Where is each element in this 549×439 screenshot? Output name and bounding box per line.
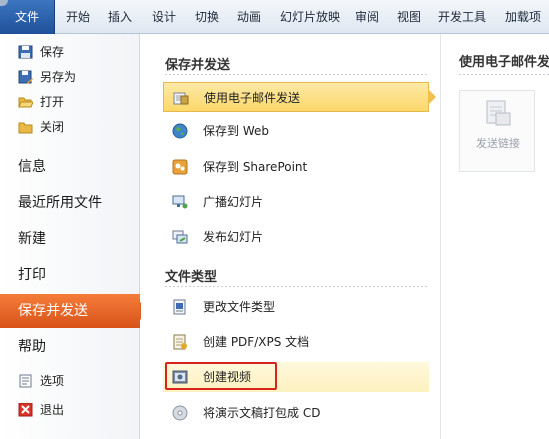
tab-home[interactable]: 开始	[66, 0, 90, 34]
send-link-label: 发送链接	[476, 137, 520, 150]
sharepoint-icon	[172, 159, 188, 175]
section-heading-save-send: 保存并发送	[165, 58, 231, 73]
selection-arrow	[428, 89, 436, 105]
nav-close-label: 关闭	[40, 120, 65, 134]
nav-save-as-label: 另存为	[40, 70, 77, 84]
nav-close[interactable]: 关闭	[0, 115, 140, 139]
section-divider	[165, 74, 429, 75]
cd-icon	[172, 405, 188, 421]
tab-view[interactable]: 视图	[397, 0, 421, 34]
tab-addins[interactable]: 加载项	[505, 0, 541, 34]
nav-tab-recent[interactable]: 最近所用文件	[0, 186, 140, 220]
nav-options-label: 选项	[40, 374, 65, 388]
nav-tab-new[interactable]: 新建	[0, 222, 140, 256]
send-link-icon	[486, 100, 511, 126]
nav-tab-save-send[interactable]: 保存并发送	[0, 294, 149, 328]
send-link-button[interactable]: 发送链接	[459, 90, 535, 172]
nav-save-label: 保存	[40, 45, 65, 59]
options-icon	[19, 374, 32, 388]
nav-tab-help[interactable]: 帮助	[0, 330, 140, 364]
tab-file[interactable]: 文件	[0, 0, 55, 34]
nav-options[interactable]: 选项	[0, 369, 140, 393]
globe-icon	[172, 123, 188, 139]
close-folder-icon	[18, 122, 33, 134]
details-divider	[459, 74, 549, 75]
section-divider	[165, 286, 429, 287]
option-save-web[interactable]: 保存到 Web	[163, 116, 429, 146]
option-send-email[interactable]: 使用电子邮件发送	[163, 82, 436, 112]
save-icon	[18, 45, 33, 59]
ribbon-tab-bar: 文件 开始 插入 设计 切换 动画 幻灯片放映 审阅 视图 开发工具 加载项	[0, 0, 549, 34]
save-send-options: 保存并发送 使用电子邮件发送 保存到 Web 保存到 SharePoint 广播…	[141, 34, 437, 439]
tab-transitions[interactable]: 切换	[195, 0, 219, 34]
details-heading: 使用电子邮件发	[459, 55, 549, 70]
nav-tab-print[interactable]: 打印	[0, 258, 140, 292]
highlight-box	[165, 362, 277, 390]
backstage-nav: 保存 另存为 打开 关闭 信息 最近所用文件 新建 打印 保存并发送 帮助 选项…	[0, 34, 149, 439]
nav-open[interactable]: 打开	[0, 90, 140, 114]
section-heading-file-types: 文件类型	[165, 270, 218, 285]
email-icon	[173, 92, 189, 105]
tab-insert[interactable]: 插入	[108, 0, 132, 34]
nav-save-as[interactable]: 另存为	[0, 65, 140, 89]
option-broadcast-label: 广播幻灯片	[203, 195, 264, 209]
option-package-cd[interactable]: 将演示文稿打包成 CD	[163, 398, 429, 428]
option-save-web-label: 保存到 Web	[203, 124, 269, 138]
tab-review[interactable]: 审阅	[355, 0, 379, 34]
tab-animations[interactable]: 动画	[237, 0, 261, 34]
broadcast-icon	[172, 195, 188, 209]
nav-exit-label: 退出	[40, 403, 65, 417]
tab-design[interactable]: 设计	[152, 0, 176, 34]
nav-exit[interactable]: 退出	[0, 398, 140, 422]
option-create-pdf-label: 创建 PDF/XPS 文档	[203, 335, 310, 349]
publish-icon	[172, 230, 188, 244]
nav-save[interactable]: 保存	[0, 40, 140, 64]
option-publish-label: 发布幻灯片	[203, 230, 264, 244]
details-pane: 使用电子邮件发 发送链接	[440, 34, 549, 439]
option-change-file-type-label: 更改文件类型	[203, 300, 276, 314]
change-file-type-icon	[173, 299, 186, 315]
exit-icon	[18, 403, 33, 417]
option-save-sharepoint[interactable]: 保存到 SharePoint	[163, 152, 429, 182]
option-change-file-type[interactable]: 更改文件类型	[163, 292, 429, 322]
nav-tab-info[interactable]: 信息	[0, 150, 140, 184]
pdf-icon	[173, 334, 187, 350]
save-as-icon	[18, 70, 33, 84]
tab-slideshow[interactable]: 幻灯片放映	[280, 0, 340, 34]
option-broadcast[interactable]: 广播幻灯片	[163, 187, 429, 217]
tab-developer[interactable]: 开发工具	[438, 0, 486, 34]
option-publish[interactable]: 发布幻灯片	[163, 222, 429, 252]
option-create-pdf[interactable]: 创建 PDF/XPS 文档	[163, 327, 429, 357]
open-folder-icon	[18, 97, 33, 108]
option-save-sharepoint-label: 保存到 SharePoint	[203, 160, 308, 174]
option-package-cd-label: 将演示文稿打包成 CD	[203, 406, 321, 420]
option-send-email-label: 使用电子邮件发送	[204, 91, 301, 105]
nav-open-label: 打开	[40, 95, 65, 109]
